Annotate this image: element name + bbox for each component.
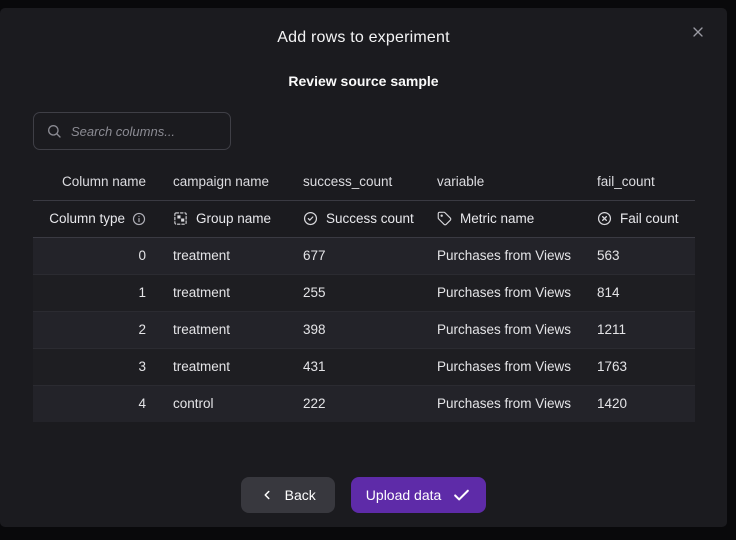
column-type-value: Metric name — [460, 211, 534, 226]
column-header: campaign name — [173, 164, 303, 200]
tag-icon — [437, 211, 452, 226]
cell-success-count: 398 — [303, 311, 437, 348]
cell-variable: Purchases from Views — [437, 274, 597, 311]
table-row: 2 treatment 398 Purchases from Views 121… — [33, 311, 695, 348]
info-icon[interactable] — [132, 212, 146, 226]
back-button-label: Back — [285, 487, 316, 503]
cell-fail-count: 1763 — [597, 348, 695, 385]
close-button[interactable] — [687, 22, 709, 44]
chevron-left-icon — [260, 488, 274, 502]
back-button[interactable]: Back — [241, 477, 335, 513]
step-title: Review source sample — [0, 73, 727, 89]
upload-button-label: Upload data — [366, 487, 442, 503]
column-header: Column name — [33, 164, 173, 200]
check-circle-icon — [303, 211, 318, 226]
cell-fail-count: 563 — [597, 237, 695, 274]
add-rows-dialog: Add rows to experiment Review source sam… — [0, 8, 727, 527]
cell-index: 0 — [33, 237, 173, 274]
search-icon — [46, 123, 62, 139]
table-body: 0 treatment 677 Purchases from Views 563… — [33, 237, 695, 422]
search-input[interactable] — [71, 124, 218, 139]
cell-success-count: 222 — [303, 385, 437, 422]
cell-variable: Purchases from Views — [437, 348, 597, 385]
cell-fail-count: 814 — [597, 274, 695, 311]
cell-campaign: control — [173, 385, 303, 422]
cell-index: 2 — [33, 311, 173, 348]
source-sample-table: Column name campaign name success_count … — [33, 164, 695, 422]
search-box[interactable] — [33, 112, 231, 150]
column-type-row: Column type Group name — [33, 200, 695, 237]
dialog-footer: Back Upload data — [0, 477, 727, 513]
cell-success-count: 431 — [303, 348, 437, 385]
cell-index: 4 — [33, 385, 173, 422]
dialog-title: Add rows to experiment — [0, 29, 727, 47]
table-row: 3 treatment 431 Purchases from Views 176… — [33, 348, 695, 385]
column-type-value: Group name — [196, 211, 271, 226]
group-icon — [173, 211, 188, 226]
column-type-value: Success count — [326, 211, 414, 226]
check-icon — [452, 486, 471, 505]
close-icon — [690, 24, 706, 43]
column-type-value: Fail count — [620, 211, 679, 226]
column-type-label: Column type — [49, 211, 125, 226]
table-row: 0 treatment 677 Purchases from Views 563 — [33, 237, 695, 274]
column-header: fail_count — [597, 164, 695, 200]
table-header-row: Column name campaign name success_count … — [33, 164, 695, 200]
column-header: success_count — [303, 164, 437, 200]
cell-campaign: treatment — [173, 348, 303, 385]
cell-fail-count: 1420 — [597, 385, 695, 422]
cell-index: 1 — [33, 274, 173, 311]
cell-campaign: treatment — [173, 274, 303, 311]
cell-fail-count: 1211 — [597, 311, 695, 348]
table-row: 4 control 222 Purchases from Views 1420 — [33, 385, 695, 422]
cell-campaign: treatment — [173, 237, 303, 274]
cell-variable: Purchases from Views — [437, 385, 597, 422]
column-header: variable — [437, 164, 597, 200]
x-circle-icon — [597, 211, 612, 226]
table-row: 1 treatment 255 Purchases from Views 814 — [33, 274, 695, 311]
cell-campaign: treatment — [173, 311, 303, 348]
cell-success-count: 255 — [303, 274, 437, 311]
cell-success-count: 677 — [303, 237, 437, 274]
cell-variable: Purchases from Views — [437, 237, 597, 274]
upload-data-button[interactable]: Upload data — [351, 477, 487, 513]
cell-variable: Purchases from Views — [437, 311, 597, 348]
cell-index: 3 — [33, 348, 173, 385]
